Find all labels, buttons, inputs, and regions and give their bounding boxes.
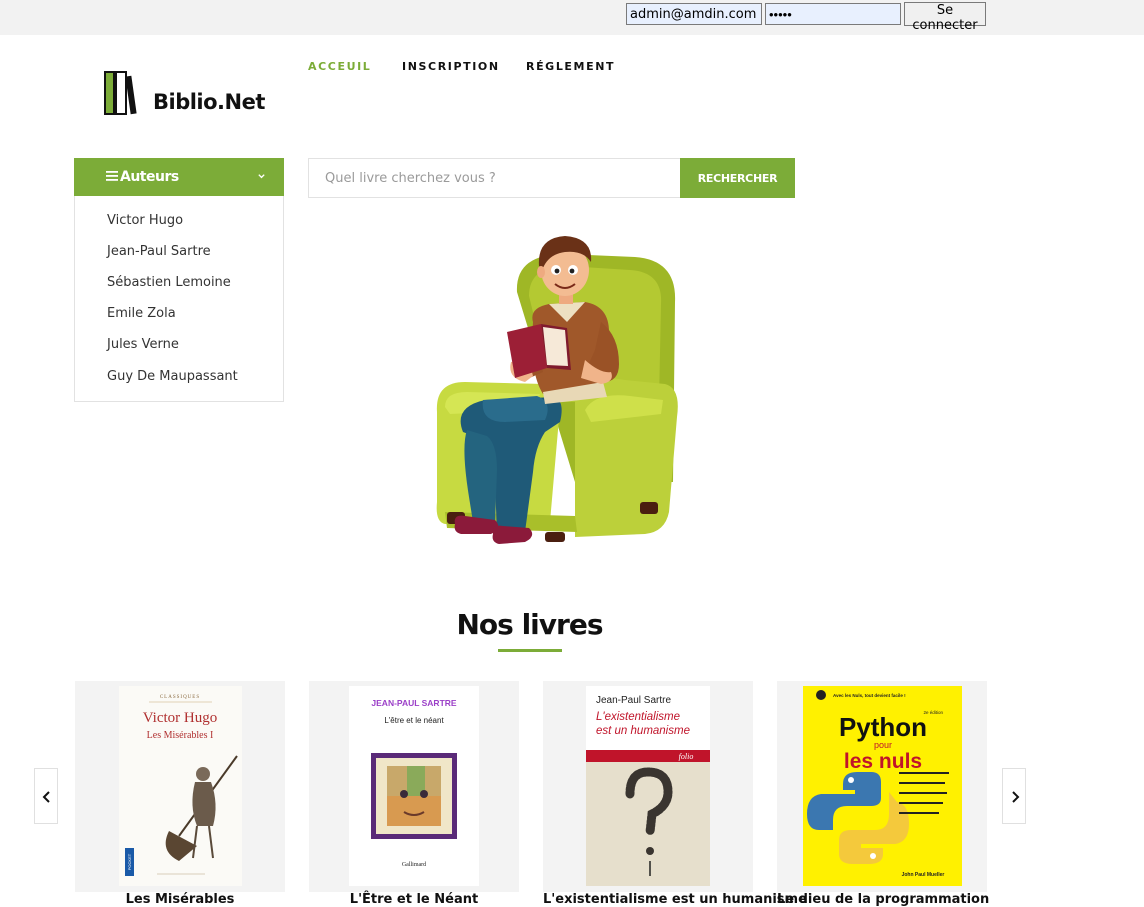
cover-title: Les Misérables I [147,730,214,741]
email-field[interactable] [626,3,762,25]
search-input[interactable] [308,158,680,198]
cover-title: L'être et le néant [384,716,444,725]
cover-author: Victor Hugo [143,710,218,726]
author-item-sebastien-lemoine[interactable]: Sébastien Lemoine [107,275,231,290]
password-field[interactable] [765,3,901,25]
cover-author: John Paul Mueller [902,872,945,878]
cover-author: Jean-Paul Sartre [596,695,671,706]
nav-inscription[interactable]: INSCRIPTION [402,60,500,73]
cover-title-line-2: pour [874,740,892,750]
author-item-jules-verne[interactable]: Jules Verne [107,337,179,352]
book-card[interactable]: JEAN-PAUL SARTRE L'être et le néant Gall… [309,681,519,907]
book-cover-letre-et-le-neant: JEAN-PAUL SARTRE L'être et le néant Gall… [349,686,479,886]
cover-author: JEAN-PAUL SARTRE [371,698,456,708]
cover-publisher: POCKET [127,853,132,870]
title-underline [498,649,562,652]
book-cover-existentialisme: Jean-Paul Sartre L'existentialisme est u… [586,686,710,886]
books-section-title: Nos livres [456,608,604,641]
authors-dropdown[interactable]: Auteurs [74,158,284,196]
cover-publisher: folio [679,752,694,761]
author-item-jean-paul-sartre[interactable]: Jean-Paul Sartre [107,244,211,259]
cover-series: CLASSIQUES [160,695,200,700]
chevron-down-icon [258,174,265,179]
carousel-next-button[interactable] [1002,768,1026,824]
book-card[interactable]: Jean-Paul Sartre L'existentialisme est u… [543,681,807,907]
book-cover-les-miserables: CLASSIQUES Victor Hugo Les Misérables I … [119,686,242,886]
cover-title-line-3: les nuls [844,750,922,773]
cover-title-line-1: Python [839,712,927,742]
author-item-emile-zola[interactable]: Emile Zola [107,306,176,321]
cover-title-line-1: L'existentialisme [596,711,680,723]
carousel-prev-button[interactable] [34,768,58,824]
menu-icon [106,171,118,181]
author-item-victor-hugo[interactable]: Victor Hugo [107,213,183,228]
login-button[interactable]: Se connecter [904,2,986,33]
authors-title: Auteurs [120,169,179,185]
chevron-left-icon [42,791,50,803]
book-card[interactable]: Avec les Nuls, tout devient facile ! 2e … [777,681,989,907]
nav-accueil[interactable]: ACCEUIL [308,60,371,73]
author-item-guy-de-maupassant[interactable]: Guy De Maupassant [107,369,238,384]
book-card[interactable]: CLASSIQUES Victor Hugo Les Misérables I … [75,681,285,907]
book-cover-python-pour-les-nuls: Avec les Nuls, tout devient facile ! 2e … [803,686,962,886]
chevron-right-icon [1012,791,1020,803]
reader-illustration [436,236,678,544]
nav-reglement[interactable]: RÉGLEMENT [526,60,615,73]
search-button[interactable]: RECHERCHER [680,158,795,198]
cover-title-line-2: est un humanisme [596,725,690,737]
brand-name: Biblio.Net [153,90,265,114]
cover-publisher: Gallimard [402,862,426,868]
cover-tagline: Avec les Nuls, tout devient facile ! [833,693,906,698]
